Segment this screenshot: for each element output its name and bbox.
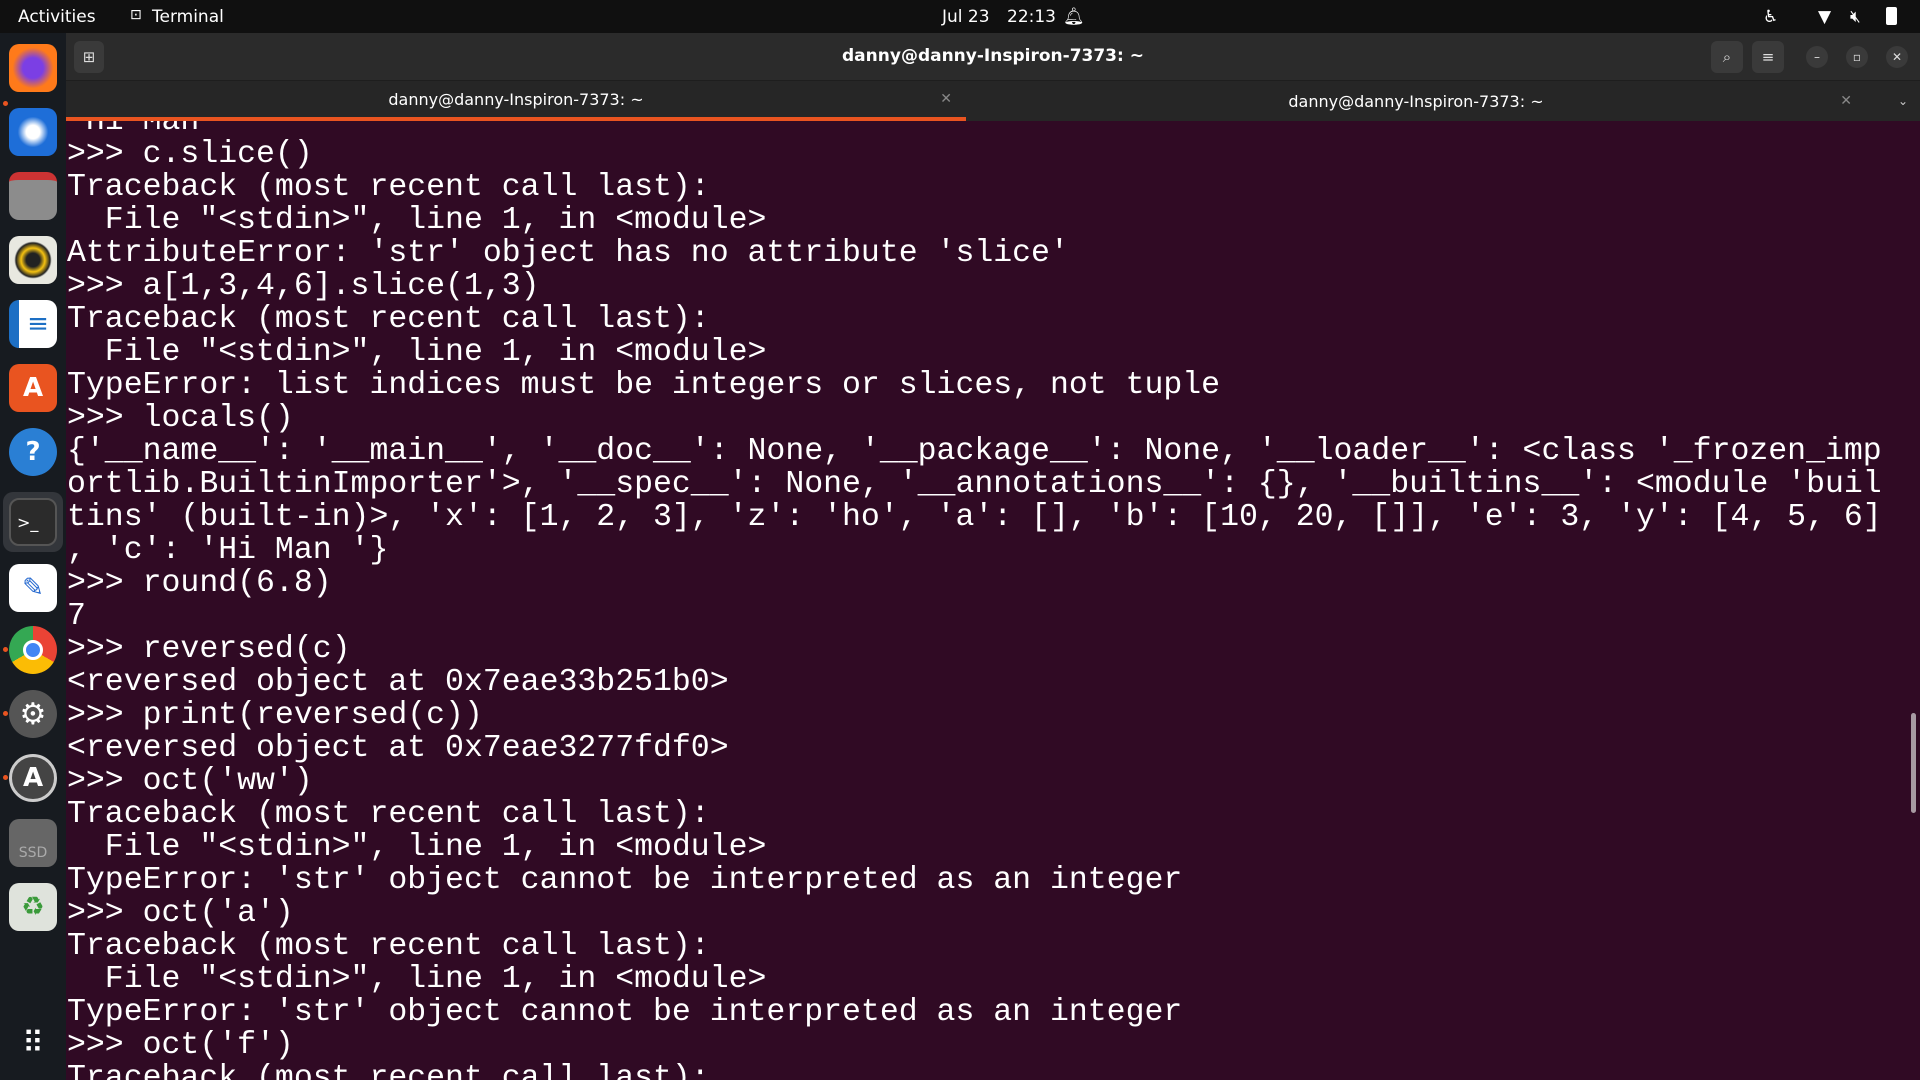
app-center-icon[interactable]: A (9, 364, 57, 412)
terminal-app-icon: ⊡ (130, 7, 142, 23)
terminal-line: >>> locals() (67, 401, 294, 436)
text-editor-icon[interactable]: ✎ (9, 564, 57, 612)
clock-date[interactable]: Jul 23 (942, 7, 990, 27)
terminal-line: 7 (67, 599, 86, 634)
dock: ≡ A ? >_ ✎ ⚙ A SSD ♻ ⠿ (0, 33, 66, 1080)
terminal-line: TypeError: list indices must be integers… (67, 368, 1221, 403)
help-icon[interactable]: ? (9, 428, 57, 476)
terminal-line: ortlib.BuiltinImporter'>, '__spec__': No… (67, 467, 1882, 502)
chrome-icon[interactable] (9, 626, 57, 674)
tab-1[interactable]: danny@danny-Inspiron-7373: ~ ✕ (66, 81, 966, 121)
window-header: ⊞ danny@danny-Inspiron-7373: ~ ⌕ ≡ – ▫ ✕ (66, 33, 1920, 81)
tab-list-chevron-icon[interactable]: ⌄ (1886, 81, 1920, 121)
terminal-line: >>> oct('f') (67, 1028, 294, 1063)
close-tab-icon[interactable]: ✕ (1840, 93, 1852, 109)
settings-icon[interactable]: ⚙ (9, 690, 57, 738)
battery-icon[interactable] (1886, 7, 1897, 25)
software-updater-icon[interactable]: A (9, 754, 57, 802)
terminal-line: File "<stdin>", line 1, in <module> (67, 335, 767, 370)
terminal-line: tins' (built-in)>, 'x': [1, 2, 3], 'z': … (67, 500, 1882, 535)
firefox-icon[interactable] (9, 44, 57, 92)
wifi-icon[interactable]: ▼ (1818, 7, 1831, 27)
terminal-line: >>> reversed(c) (67, 632, 351, 667)
terminal-line: <reversed object at 0x7eae3277fdf0> (67, 731, 729, 766)
menu-button[interactable]: ≡ (1752, 41, 1784, 73)
terminal-line: >>> print(reversed(c)) (67, 698, 483, 733)
search-button[interactable]: ⌕ (1711, 41, 1743, 73)
terminal-line: TypeError: 'str' object cannot be interp… (67, 995, 1183, 1030)
app-grid-icon[interactable]: ⠿ (9, 1019, 57, 1067)
app-menu[interactable]: Terminal (152, 7, 224, 27)
window-title: danny@danny-Inspiron-7373: ~ (842, 46, 1144, 66)
tab-2[interactable]: danny@danny-Inspiron-7373: ~ ✕ (966, 81, 1866, 121)
terminal-line: Traceback (most recent call last): (67, 797, 710, 832)
terminal-line: File "<stdin>", line 1, in <module> (67, 203, 767, 238)
close-tab-icon[interactable]: ✕ (940, 91, 952, 107)
close-button[interactable]: ✕ (1886, 46, 1908, 68)
writer-icon[interactable]: ≡ (9, 300, 57, 348)
files-icon[interactable] (9, 172, 57, 220)
tab-label: danny@danny-Inspiron-7373: ~ (388, 89, 644, 109)
clock-time[interactable]: 22:13 (1007, 7, 1056, 27)
terminal-line: Traceback (most recent call last): (67, 929, 710, 964)
terminal-line: >>> c.slice() (67, 137, 313, 172)
terminal-line: <reversed object at 0x7eae33b251b0> (67, 665, 729, 700)
terminal-line: >>> a[1,3,4,6].slice(1,3) (67, 269, 540, 304)
ssd-drive-icon[interactable]: SSD (9, 819, 57, 867)
terminal-line: >>> oct('a') (67, 896, 294, 931)
volume-muted-icon[interactable]: 🔇︎ (1850, 7, 1861, 27)
activities-button[interactable]: Activities (18, 7, 96, 27)
terminal-line: Traceback (most recent call last): (67, 170, 710, 205)
terminal-lines: Hi Man >>> c.slice() Traceback (most recen… (67, 121, 1882, 1080)
terminal-line: File "<stdin>", line 1, in <module> (67, 962, 767, 997)
terminal-line: AttributeError: 'str' object has no attr… (67, 236, 1069, 271)
terminal-output[interactable]: Hi Man >>> c.slice() Traceback (most recen… (66, 121, 1920, 1080)
thunderbird-icon[interactable] (9, 108, 57, 156)
terminal-line: Traceback (most recent call last): (67, 1061, 710, 1080)
terminal-icon[interactable]: >_ (9, 498, 57, 546)
tab-label: danny@danny-Inspiron-7373: ~ (1288, 91, 1544, 111)
terminal-line: Traceback (most recent call last): (67, 302, 710, 337)
tab-bar: danny@danny-Inspiron-7373: ~ ✕ danny@dann… (66, 81, 1920, 121)
bell-icon: 🔔︎ (1063, 7, 1085, 27)
accessibility-icon[interactable]: ♿︎ (1763, 7, 1778, 27)
terminal-line: {'__name__': '__main__', '__doc__': None… (67, 434, 1882, 469)
scrollbar[interactable] (1911, 713, 1916, 813)
maximize-button[interactable]: ▫ (1846, 46, 1868, 68)
rhythmbox-icon[interactable] (9, 236, 57, 284)
terminal-line: File "<stdin>", line 1, in <module> (67, 830, 767, 865)
terminal-line: >>> oct('ww') (67, 764, 313, 799)
top-bar: Activities ⊡ Terminal Jul 23 22:13 🔔︎ ♿︎… (0, 0, 1920, 33)
terminal-line: , 'c': 'Hi Man '} (67, 533, 389, 568)
terminal-line: TypeError: 'str' object cannot be interp… (67, 863, 1183, 898)
terminal-line: >>> round(6.8) (67, 566, 332, 601)
terminal-line: Hi Man (67, 121, 200, 139)
minimize-button[interactable]: – (1806, 46, 1828, 68)
trash-icon[interactable]: ♻ (9, 883, 57, 931)
